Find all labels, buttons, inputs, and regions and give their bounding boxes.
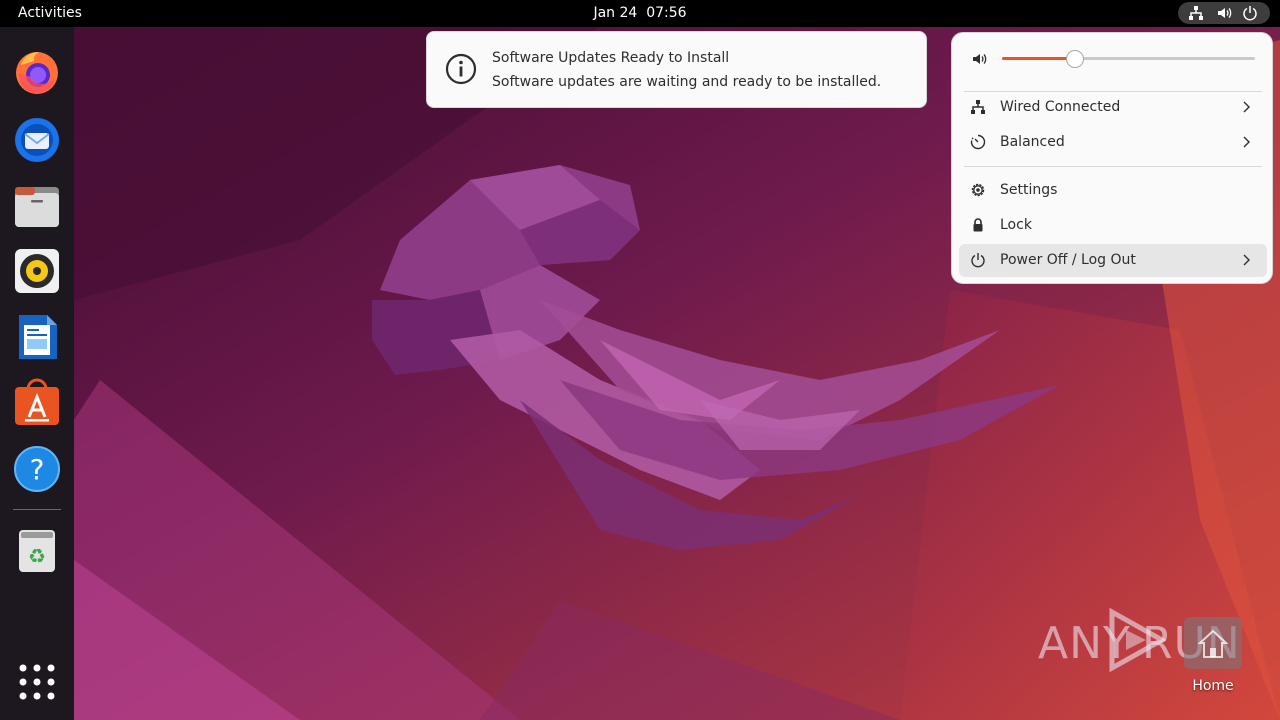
top-bar: Activities Jan 24 07:56 [0,0,1280,27]
menu-item-lock[interactable]: Lock [959,209,1267,242]
home-icon [1197,629,1229,658]
clock-button[interactable]: Jan 24 07:56 [593,5,686,21]
clock-display: Jan 24 07:56 [0,5,1280,21]
system-tray-button[interactable] [1178,2,1270,24]
power-icon [971,253,985,268]
menu-item-wired-connected[interactable]: Wired Connected [959,91,1267,124]
power-icon [1243,6,1257,21]
clock-date: Jan 24 [593,5,638,21]
lock-icon [973,218,983,232]
chevron-right-icon [1243,101,1250,113]
power-profile-icon [970,134,986,150]
clock-time: 07:56 [646,5,687,21]
files-icon [15,187,59,227]
menu-item-balanced[interactable]: Balanced [959,126,1267,159]
svg-text:?: ? [30,453,45,486]
dock-separator [13,509,61,510]
apps-grid-icon [19,664,55,700]
help-icon: ? [14,446,60,492]
dock-app-ubuntu-software[interactable] [11,377,63,429]
writer-icon [19,315,57,359]
dock-app-writer[interactable] [11,311,63,363]
menu-item-settings[interactable]: Settings [959,174,1267,207]
settings-icon [971,183,985,197]
trash-icon: ♻ [19,530,55,572]
menu-item-power-off-log-out[interactable]: Power Off / Log Out [959,244,1267,277]
dock-app-trash[interactable]: ♻ [11,525,63,577]
rhythmbox-icon [15,249,59,293]
network-wired-icon [971,100,985,114]
dock-app-thunderbird[interactable] [11,113,63,165]
dock: ? ♻ [0,27,74,720]
activities-button[interactable]: Activities [18,5,82,21]
chevron-right-icon [1243,136,1250,148]
software-icon [15,378,59,425]
menu-item-label: Power Off / Log Out [1000,252,1136,268]
menu-item-label: Wired Connected [1000,99,1121,115]
notification-title: Software Updates Ready to Install [492,50,730,66]
volume-slider[interactable] [1002,57,1255,60]
firefox-icon [16,52,58,94]
chevron-right-icon [1243,254,1250,266]
dock-app-help[interactable]: ? [11,443,63,495]
menu-item-label: Balanced [1000,134,1065,150]
home-folder-icon[interactable] [1184,617,1242,669]
dock-app-firefox[interactable] [11,47,63,99]
home-folder-label[interactable]: Home [1172,678,1254,694]
notification-banner[interactable]: Software Updates Ready to Install Softwa… [426,31,927,108]
dock-app-rhythmbox[interactable] [11,245,63,297]
menu-item-label: Lock [1000,217,1032,233]
notification-body: Software updates are waiting and ready t… [492,74,882,90]
volume-icon[interactable] [971,51,987,67]
svg-text:♻: ♻ [28,544,46,568]
volume-icon [1218,8,1232,18]
network-icon [1189,6,1203,20]
dock-app-files[interactable] [11,179,63,231]
info-icon [445,53,477,85]
system-menu: Wired Connected Balanced Settings Lock P… [951,32,1273,284]
volume-slider-knob[interactable] [1066,50,1085,68]
menu-item-label: Settings [1000,182,1058,198]
volume-slider-fill [1002,57,1076,60]
menu-separator [964,166,1262,167]
thunderbird-icon [15,118,59,162]
show-apps-button[interactable] [18,663,56,701]
